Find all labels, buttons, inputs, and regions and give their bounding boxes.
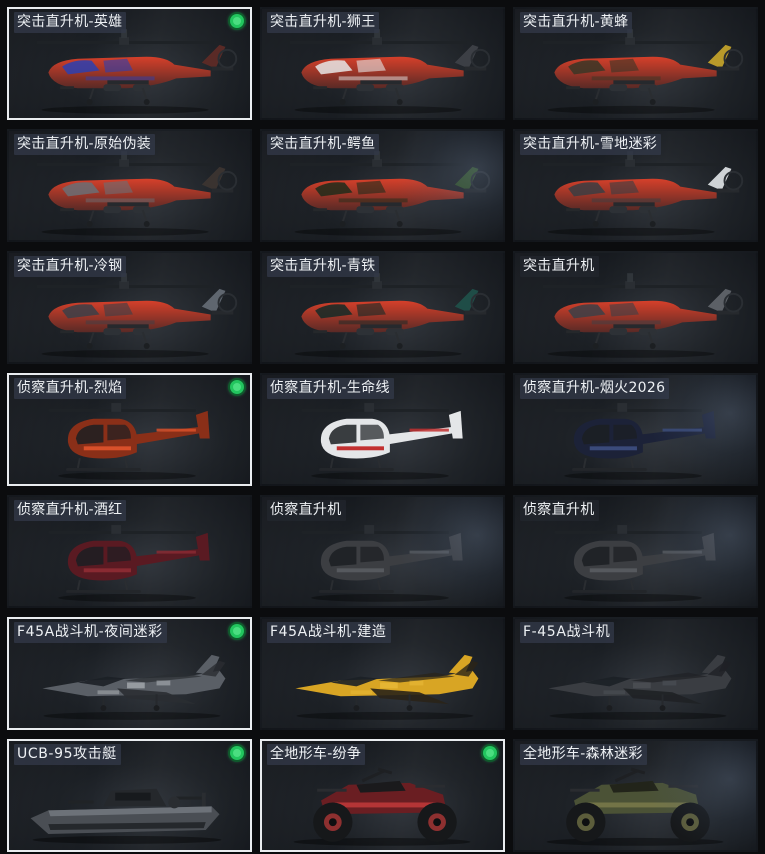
vehicle-preview bbox=[515, 389, 756, 484]
attack-helicopter-image bbox=[36, 151, 238, 236]
vehicle-preview bbox=[515, 145, 756, 240]
attack-helicopter-image bbox=[36, 273, 238, 358]
vehicle-preview bbox=[515, 23, 756, 118]
atv-image bbox=[546, 767, 724, 846]
attack-helicopter-image bbox=[36, 29, 238, 114]
vehicle-skin-name: UCB-95攻击艇 bbox=[14, 744, 121, 765]
vehicle-skin-name: 突击直升机-英雄 bbox=[14, 12, 127, 33]
vehicle-preview bbox=[262, 23, 503, 118]
vehicle-skin-name: 侦察直升机-生命线 bbox=[267, 378, 394, 399]
vehicle-skin-card[interactable]: 全地形车-纷争 bbox=[260, 739, 505, 852]
vehicle-preview bbox=[262, 511, 503, 606]
vehicle-skin-card[interactable]: F-45A战斗机 bbox=[513, 617, 758, 730]
vehicle-skin-name: F-45A战斗机 bbox=[520, 622, 615, 643]
vehicle-skin-name: 突击直升机-冷钢 bbox=[14, 256, 127, 277]
vehicle-skin-grid: 突击直升机-英雄 突击直升机-狮王 突击直升机-黄蜂 突击直升机-原始伪装 突击… bbox=[0, 0, 765, 854]
vehicle-preview bbox=[9, 511, 250, 606]
vehicle-skin-name: 突击直升机-原始伪装 bbox=[14, 134, 156, 155]
equipped-status-icon bbox=[230, 746, 244, 760]
vehicle-skin-card[interactable]: 侦察直升机-烟火2026 bbox=[513, 373, 758, 486]
vehicle-skin-name: F45A战斗机-夜间迷彩 bbox=[14, 622, 167, 643]
vehicle-skin-card[interactable]: F45A战斗机-建造 bbox=[260, 617, 505, 730]
vehicle-preview bbox=[515, 633, 756, 728]
vehicle-preview bbox=[9, 267, 250, 362]
vehicle-skin-name: 突击直升机-狮王 bbox=[267, 12, 380, 33]
vehicle-preview bbox=[262, 633, 503, 728]
vehicle-skin-card[interactable]: 突击直升机-冷钢 bbox=[7, 251, 252, 364]
attack-helicopter-image bbox=[289, 273, 491, 358]
vehicle-skin-card[interactable]: 侦察直升机 bbox=[260, 495, 505, 608]
vehicle-skin-name: 全地形车-森林迷彩 bbox=[520, 744, 647, 765]
scout-helicopter-image bbox=[554, 403, 716, 480]
vehicle-skin-card[interactable]: 突击直升机-原始伪装 bbox=[7, 129, 252, 242]
vehicle-skin-card[interactable]: 侦察直升机-生命线 bbox=[260, 373, 505, 486]
vehicle-preview bbox=[515, 755, 756, 850]
vehicle-skin-card[interactable]: 侦察直升机-烈焰 bbox=[7, 373, 252, 486]
atv-image bbox=[293, 767, 471, 846]
vehicle-preview bbox=[9, 633, 250, 728]
fighter-jet-image bbox=[548, 654, 732, 720]
vehicle-skin-name: 突击直升机-青铁 bbox=[267, 256, 380, 277]
vehicle-skin-name: 侦察直升机-酒红 bbox=[14, 500, 127, 521]
vehicle-preview bbox=[9, 389, 250, 484]
vehicle-preview bbox=[262, 145, 503, 240]
attack-helicopter-image bbox=[542, 273, 744, 358]
scout-helicopter-image bbox=[48, 403, 210, 480]
vehicle-skin-name: 侦察直升机 bbox=[267, 500, 346, 521]
fighter-jet-image bbox=[295, 654, 479, 720]
vehicle-preview bbox=[262, 755, 503, 850]
vehicle-skin-name: 侦察直升机-烈焰 bbox=[14, 378, 127, 399]
scout-helicopter-image bbox=[48, 525, 210, 602]
vehicle-skin-card[interactable]: 全地形车-森林迷彩 bbox=[513, 739, 758, 852]
vehicle-preview bbox=[262, 389, 503, 484]
attack-helicopter-image bbox=[542, 151, 744, 236]
vehicle-skin-card[interactable]: F45A战斗机-夜间迷彩 bbox=[7, 617, 252, 730]
equipped-status-icon bbox=[230, 14, 244, 28]
vehicle-skin-card[interactable]: 突击直升机-鳄鱼 bbox=[260, 129, 505, 242]
vehicle-preview bbox=[262, 267, 503, 362]
vehicle-skin-card[interactable]: 突击直升机-青铁 bbox=[260, 251, 505, 364]
vehicle-skin-name: F45A战斗机-建造 bbox=[267, 622, 391, 643]
scout-helicopter-image bbox=[301, 403, 463, 480]
vehicle-preview bbox=[9, 755, 250, 850]
scout-helicopter-image bbox=[554, 525, 716, 602]
vehicle-preview bbox=[515, 511, 756, 606]
vehicle-preview bbox=[9, 145, 250, 240]
vehicle-skin-name: 侦察直升机-烟火2026 bbox=[520, 378, 670, 399]
vehicle-preview bbox=[515, 267, 756, 362]
vehicle-skin-card[interactable]: 突击直升机 bbox=[513, 251, 758, 364]
equipped-status-icon bbox=[483, 746, 497, 760]
vehicle-skin-card[interactable]: 侦察直升机 bbox=[513, 495, 758, 608]
vehicle-skin-name: 突击直升机-黄蜂 bbox=[520, 12, 633, 33]
attack-helicopter-image bbox=[542, 29, 744, 114]
vehicle-skin-card[interactable]: 突击直升机-雪地迷彩 bbox=[513, 129, 758, 242]
scout-helicopter-image bbox=[301, 525, 463, 602]
vehicle-skin-card[interactable]: 突击直升机-英雄 bbox=[7, 7, 252, 120]
vehicle-preview bbox=[9, 23, 250, 118]
attack-helicopter-image bbox=[289, 29, 491, 114]
vehicle-skin-card[interactable]: 突击直升机-狮王 bbox=[260, 7, 505, 120]
vehicle-skin-card[interactable]: UCB-95攻击艇 bbox=[7, 739, 252, 852]
vehicle-skin-name: 侦察直升机 bbox=[520, 500, 599, 521]
vehicle-skin-name: 全地形车-纷争 bbox=[267, 744, 366, 765]
vehicle-skin-name: 突击直升机 bbox=[520, 256, 599, 277]
attack-helicopter-image bbox=[289, 151, 491, 236]
vehicle-skin-name: 突击直升机-雪地迷彩 bbox=[520, 134, 662, 155]
fighter-jet-image bbox=[42, 654, 226, 720]
equipped-status-icon bbox=[230, 380, 244, 394]
vehicle-skin-name: 突击直升机-鳄鱼 bbox=[267, 134, 380, 155]
attack-boat-image bbox=[30, 788, 222, 844]
vehicle-skin-card[interactable]: 侦察直升机-酒红 bbox=[7, 495, 252, 608]
equipped-status-icon bbox=[230, 624, 244, 638]
vehicle-skin-card[interactable]: 突击直升机-黄蜂 bbox=[513, 7, 758, 120]
